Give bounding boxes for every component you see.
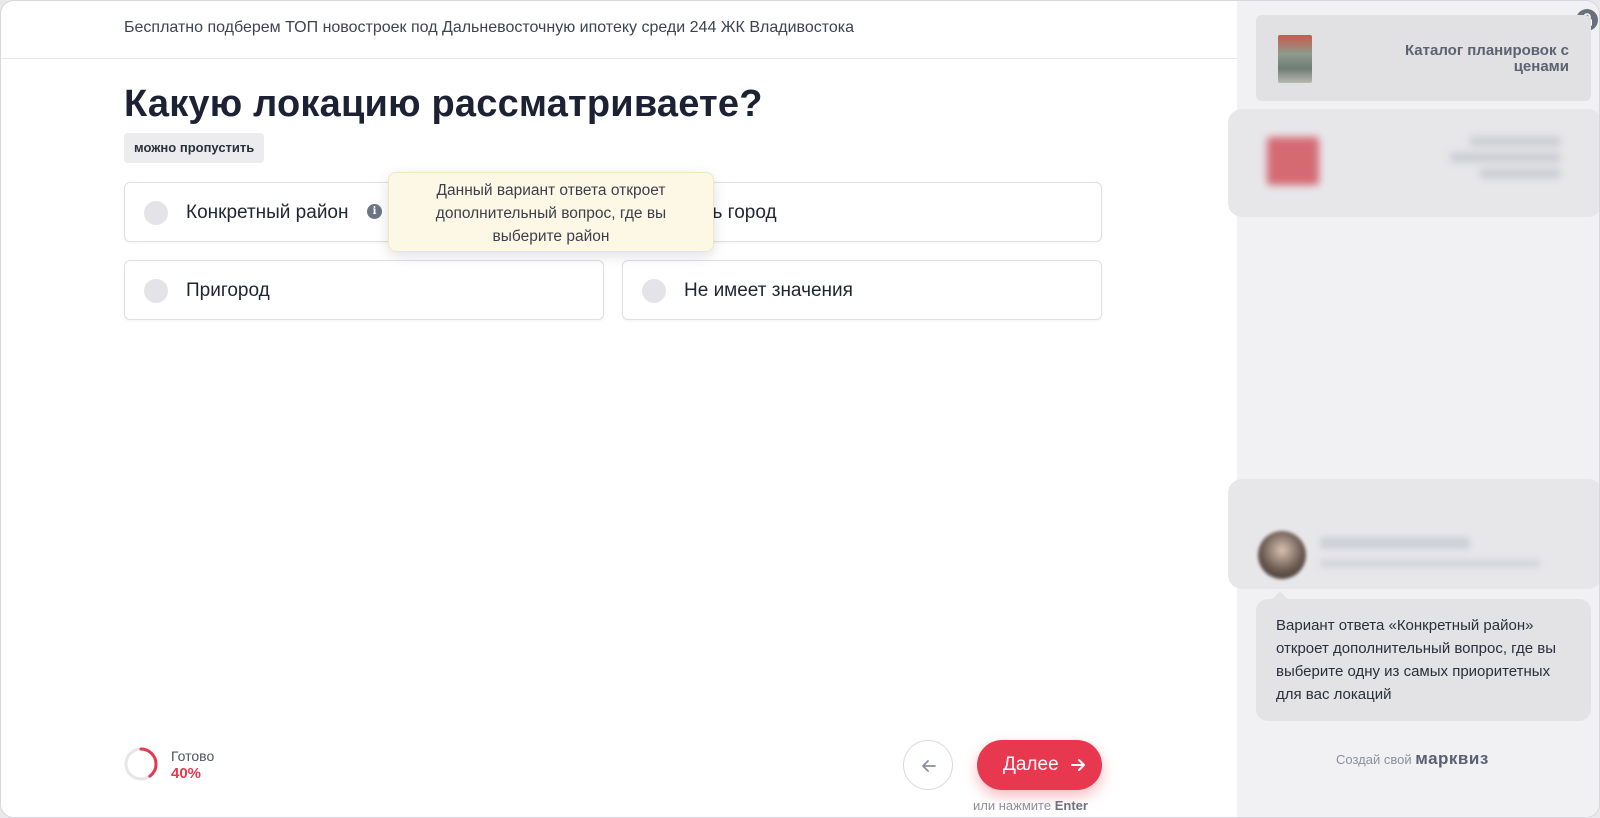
quiz-main: Бесплатно подберем ТОП новостроек под Да… (1, 1, 1237, 817)
consultant-card (1228, 479, 1599, 589)
catalog-card[interactable]: Каталог планировок с ценами (1256, 15, 1591, 101)
radio-button[interactable] (144, 279, 168, 303)
enter-hint-prefix: или нажмите (973, 798, 1052, 813)
info-tooltip: Данный вариант ответа откроет дополнител… (388, 172, 714, 252)
option-no-matter[interactable]: Не имеет значения (622, 260, 1102, 320)
blurred-text (1450, 137, 1560, 185)
avatar (1258, 531, 1306, 579)
option-label: Пригород (186, 280, 270, 301)
option-label: Конкретный район (186, 202, 349, 223)
quiz-window: Бесплатно подберем ТОП новостроек под Да… (0, 0, 1600, 818)
progress-label: Готово (171, 748, 215, 764)
blurred-consultant-role (1320, 559, 1540, 568)
radio-button[interactable] (144, 201, 168, 225)
arrow-left-icon (922, 760, 936, 772)
enter-key: Enter (1054, 798, 1088, 813)
enter-hint: или нажмите Enter (973, 798, 1088, 813)
consultant-message: Вариант ответа «Конкретный район» открое… (1256, 599, 1591, 721)
brand-link[interactable]: Создай свой марквиз (1336, 749, 1489, 769)
radio-button[interactable] (642, 279, 666, 303)
banner-text: Бесплатно подберем ТОП новостроек под Да… (124, 19, 855, 36)
arrow-right-icon (1071, 759, 1085, 771)
brand-logo: марквиз (1415, 749, 1489, 768)
option-label-whole-city[interactable]: сь город (703, 202, 777, 224)
info-icon[interactable]: i (367, 204, 382, 219)
top-banner: Бесплатно подберем ТОП новостроек под Да… (1, 1, 1237, 59)
catalog-thumbnail (1278, 35, 1312, 83)
next-label: Далее (1003, 754, 1059, 775)
catalog-title: Каталог планировок с ценами (1404, 42, 1569, 75)
progress-ring (124, 747, 158, 781)
question-title: Какую локацию рассматриваете? (124, 83, 763, 125)
blurred-thumbnail (1267, 137, 1319, 185)
next-button[interactable]: Далее (977, 740, 1102, 790)
blurred-consultant-name (1320, 537, 1470, 549)
option-suburb[interactable]: Пригород (124, 260, 604, 320)
option-label: Не имеет значения (684, 280, 853, 301)
skip-badge: можно пропустить (124, 133, 265, 163)
progress-value: 40% (171, 765, 202, 782)
back-button[interactable] (903, 740, 953, 790)
brand-prefix: Создай свой (1336, 752, 1412, 767)
blurred-bonus-card[interactable] (1228, 109, 1599, 217)
